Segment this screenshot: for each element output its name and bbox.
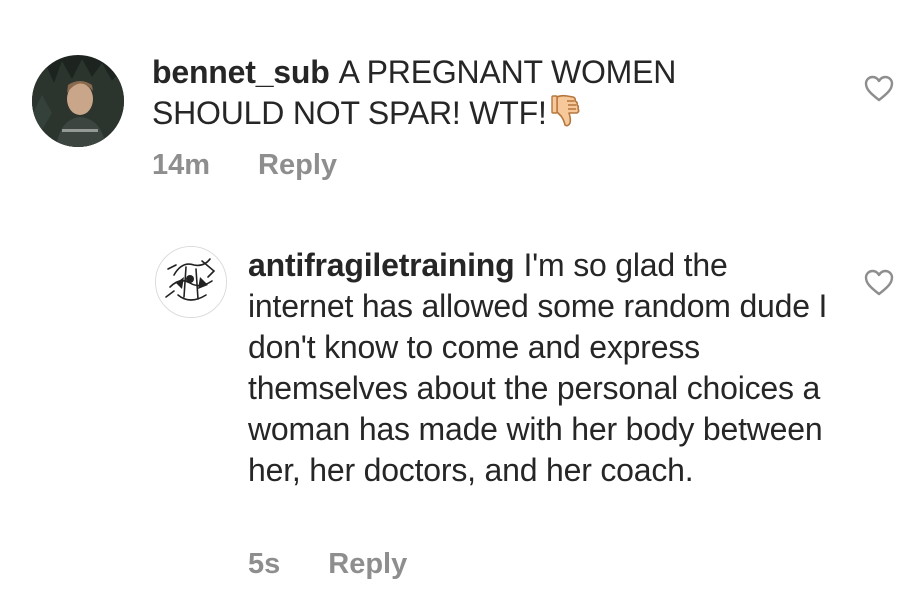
comment-text: I'm so glad the internet has allowed som… xyxy=(248,247,828,488)
heart-icon xyxy=(864,75,894,102)
like-button[interactable] xyxy=(864,269,894,297)
logo-illustration-icon xyxy=(156,247,226,317)
avatar[interactable] xyxy=(32,55,124,147)
reply-button[interactable]: Reply xyxy=(328,548,407,581)
comment-timestamp: 14m xyxy=(152,149,211,181)
username-link[interactable]: antifragiletraining xyxy=(248,247,515,283)
heart-icon xyxy=(864,269,894,296)
thumbs-down-icon xyxy=(550,94,581,138)
reply-button[interactable]: Reply xyxy=(258,149,337,182)
comment-meta: 14m Reply xyxy=(152,149,337,182)
like-button[interactable] xyxy=(864,75,894,103)
avatar[interactable] xyxy=(155,246,227,318)
username-link[interactable]: bennet_sub xyxy=(152,54,330,90)
comment-body: bennet_sub A PREGNANT WOMEN SHOULD NOT SP… xyxy=(152,52,772,138)
comment-meta: 5s Reply xyxy=(248,548,407,581)
user-photo-icon xyxy=(32,55,124,147)
comment-timestamp: 5s xyxy=(248,548,281,580)
comment-body: antifragiletraining I'm so glad the inter… xyxy=(248,245,828,491)
